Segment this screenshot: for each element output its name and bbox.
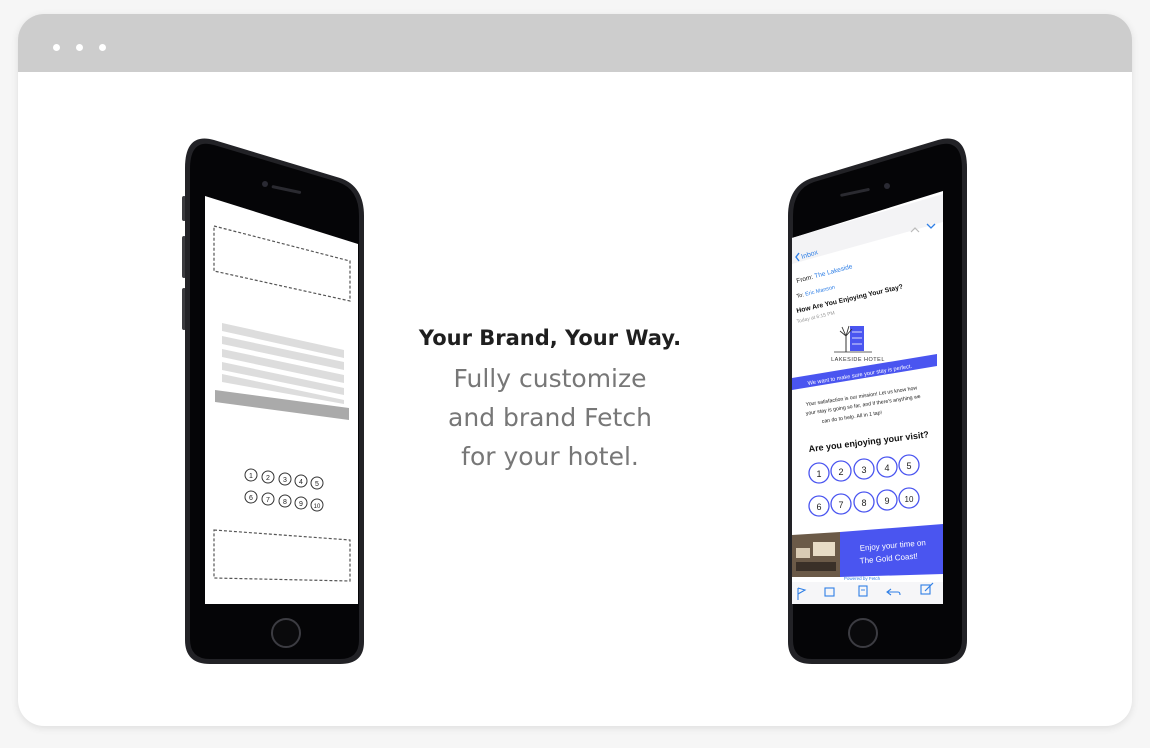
hero-subline: Fully customize — [453, 364, 647, 393]
wire-rating-4: 4 — [299, 479, 303, 486]
window-dot-icon[interactable] — [53, 44, 60, 51]
rating-number: 2 — [838, 467, 843, 477]
email-phone: Inbox From: The Lakeside To: Eric Manson… — [788, 138, 967, 664]
wire-rating-3: 3 — [283, 477, 287, 484]
wire-rating-8: 8 — [283, 499, 287, 506]
hero-headline: Your Brand, Your Way. — [418, 326, 682, 350]
powered-by[interactable]: Powered by Fetch — [844, 576, 881, 581]
rating-number: 5 — [906, 461, 911, 471]
window-dot-icon[interactable] — [76, 44, 83, 51]
rating-number: 7 — [838, 500, 843, 510]
rating-number: 3 — [861, 465, 866, 475]
mail-toolbar — [792, 582, 943, 604]
window-titlebar — [18, 14, 1132, 72]
wire-rating-7: 7 — [266, 497, 270, 504]
window-dot-icon[interactable] — [99, 44, 106, 51]
hero-subline: for your hotel. — [461, 442, 639, 471]
wire-rating-10: 10 — [314, 504, 321, 510]
hero-subline: and brand Fetch — [448, 403, 652, 432]
wire-rating-9: 9 — [299, 501, 303, 508]
rating-number: 9 — [884, 496, 889, 506]
rating-number: 6 — [816, 502, 821, 512]
wireframe-phone: 1 2 3 4 5 6 7 8 9 10 — [182, 138, 364, 664]
wire-rating-2: 2 — [266, 475, 270, 482]
rating-number: 4 — [884, 463, 889, 473]
hotel-name: LAKESIDE HOTEL — [831, 357, 885, 363]
rating-number: 8 — [861, 498, 866, 508]
wire-rating-6: 6 — [249, 495, 253, 502]
rating-number: 10 — [905, 495, 914, 504]
rating-number: 1 — [816, 469, 821, 479]
wire-rating-5: 5 — [315, 481, 319, 488]
wire-rating-1: 1 — [249, 473, 253, 480]
